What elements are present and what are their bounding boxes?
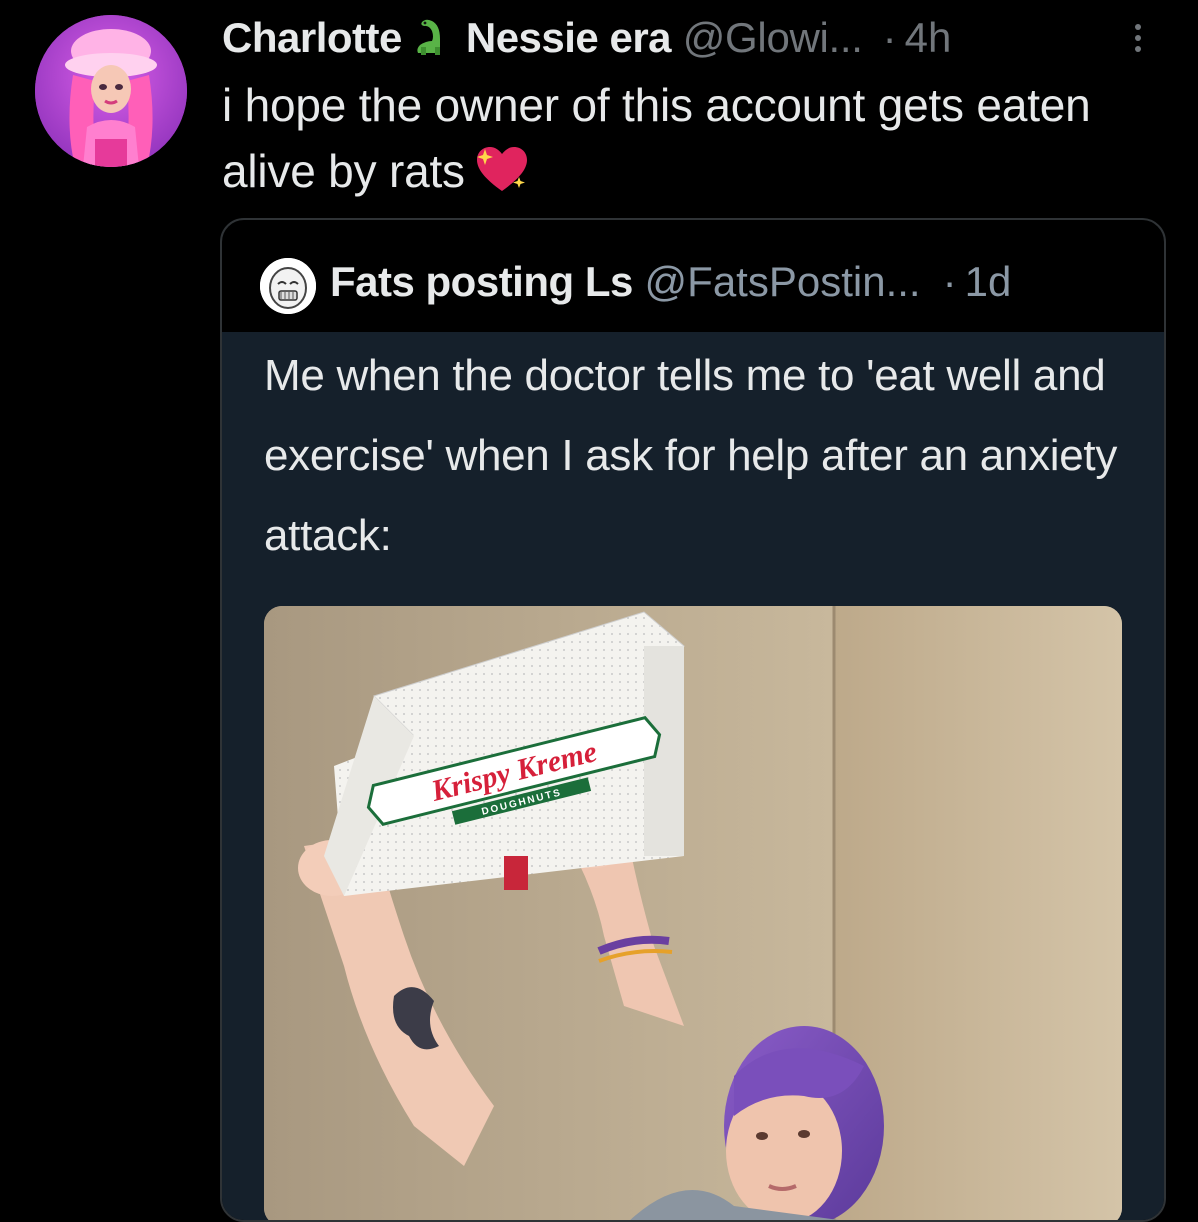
- quoted-timestamp: 1d: [964, 258, 1012, 305]
- sparkling-heart-emoji: [475, 145, 529, 195]
- quoted-user-avatar: [260, 258, 316, 314]
- quoted-tweet-header: Fats posting Ls @FatsPostin... · 1d: [330, 254, 1011, 310]
- quoted-tweet-text: Me when the doctor tells me to 'eat well…: [264, 351, 1118, 560]
- user-avatar[interactable]: [35, 15, 187, 167]
- display-name-suffix[interactable]: Nessie era: [466, 14, 672, 61]
- user-handle[interactable]: @Glowi...: [683, 14, 863, 61]
- tweet-text-content: i hope the owner of this account gets ea…: [222, 79, 1091, 197]
- quoted-display-name: Fats posting Ls: [330, 258, 633, 305]
- sauropod-emoji: [410, 13, 456, 59]
- more-vertical-icon[interactable]: [1124, 18, 1152, 58]
- separator-dot: ·: [882, 14, 897, 61]
- tweet-text: i hope the owner of this account gets ea…: [222, 72, 1152, 204]
- tweet[interactable]: Charlotte Nessie era @Glowi... · 4h i hope…: [0, 0, 1198, 1222]
- quoted-tweet[interactable]: Fats posting Ls @FatsPostin... · 1d Me whe…: [220, 218, 1166, 1222]
- timestamp[interactable]: 4h: [905, 14, 952, 61]
- quoted-separator-dot: ·: [942, 258, 957, 305]
- quoted-user-handle: @FatsPostin...: [644, 258, 921, 305]
- display-name[interactable]: Charlotte: [222, 14, 402, 61]
- tweet-header: Charlotte Nessie era @Glowi... · 4h: [222, 10, 1182, 66]
- quoted-tweet-media[interactable]: Krispy Kreme DOUGHNUTS: [264, 606, 1122, 1220]
